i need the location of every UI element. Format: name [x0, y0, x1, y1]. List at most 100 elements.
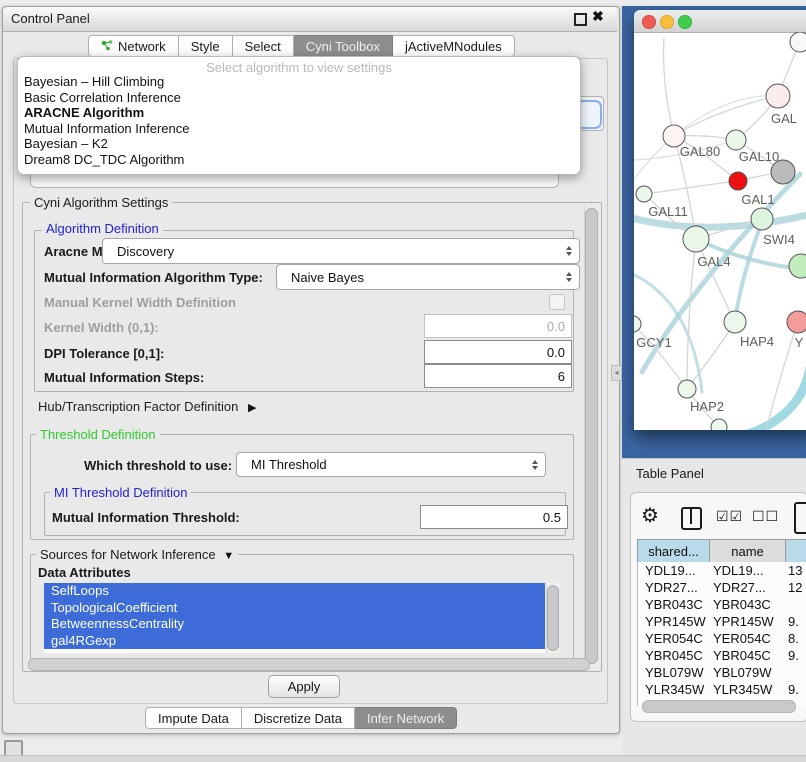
table-row[interactable]: YPR145WYPR145W9.	[638, 613, 806, 630]
float-panel-icon[interactable]	[574, 13, 587, 26]
node-label-gcy1: GCY1	[636, 335, 671, 350]
node-label-hap4: HAP4	[740, 334, 774, 349]
kernel-width-label: Kernel Width (0,1):	[44, 320, 159, 335]
network-node-y[interactable]	[787, 311, 806, 333]
hub-definition-disclosure[interactable]: Hub/Transcription Factor Definition ▶	[38, 399, 256, 414]
mi-steps-field[interactable]: 6	[424, 364, 572, 388]
aracne-mode-combobox[interactable]: Discovery	[102, 238, 580, 264]
tab-row: NetworkStyle Select Cyni Toolbox jActiveMNo…	[88, 35, 515, 57]
algorithm-option-dream8-dc-tdc-algorithm[interactable]: Dream8 DC_TDC Algorithm	[23, 152, 575, 168]
gear-icon[interactable]: ⚙	[641, 503, 659, 528]
control-panel-titlebar[interactable]	[3, 7, 617, 32]
close-panel-icon[interactable]: ✖	[592, 9, 604, 23]
manual-kernel-checkbox[interactable]	[549, 294, 565, 310]
table-body: YDL19...YDL19...13YDR27...YDR27...12YBR0…	[637, 562, 806, 706]
algorithm-option-bayesian-k2[interactable]: Bayesian – K2	[23, 136, 575, 152]
network-node-gcy1[interactable]	[634, 316, 641, 332]
table-cell: YPR145W	[638, 614, 710, 629]
network-node[interactable]	[711, 419, 727, 430]
node-label-gal4: GAL4	[697, 254, 730, 269]
table-cell: YER054C	[638, 631, 710, 646]
disclosure-down-arrow-icon: ▼	[223, 550, 234, 562]
network-node-swi4[interactable]	[751, 208, 773, 230]
sources-group-title[interactable]: Sources for Network Inference ▼	[36, 547, 238, 562]
algorithm-option-bayesian-hill-climbing[interactable]: Bayesian – Hill Climbing	[23, 74, 575, 90]
window-minimize-icon[interactable]	[660, 15, 674, 29]
column-header-col2[interactable]	[786, 540, 806, 563]
bottom-tab-impute-data[interactable]: Impute Data	[145, 707, 242, 729]
mi-threshold-field[interactable]: 0.5	[420, 505, 568, 529]
dpi-tolerance-label: DPI Tolerance [0,1]:	[44, 346, 164, 361]
sources-title-text: Sources for Network Inference	[40, 547, 216, 562]
table-cell: 8.	[786, 631, 806, 646]
columns-icon[interactable]	[681, 507, 702, 530]
table-cell: 9.	[786, 648, 806, 663]
table-row[interactable]: YLR345WYLR345W9.	[638, 681, 806, 698]
network-canvas[interactable]: GALGAL80GAL10GAL1GAL11SWI4GAL4GCY1HAP4YH…	[634, 32, 806, 430]
algorithm-option-mutual-information-inference[interactable]: Mutual Information Inference	[23, 121, 575, 137]
tab-label: Select	[245, 39, 281, 54]
panel-splitter-handle[interactable]: ◂	[611, 365, 622, 381]
table-row[interactable]: YDL19...YDL19...13	[638, 562, 806, 579]
table-row[interactable]: YBR043CYBR043C	[638, 596, 806, 613]
tab-network[interactable]: Network	[88, 35, 179, 57]
table-row[interactable]: YER054CYER054C8.	[638, 630, 806, 647]
network-node-hap2[interactable]	[678, 380, 696, 398]
network-node[interactable]	[790, 32, 806, 52]
network-node-gal10[interactable]	[726, 130, 746, 150]
attribute-option-betweennesscentrality[interactable]: BetweennessCentrality	[44, 616, 545, 633]
disclosure-right-arrow-icon: ▶	[248, 402, 256, 414]
mi-threshold-group-title: MI Threshold Definition	[50, 485, 191, 500]
deselect-checkboxes-icon[interactable]: ☐☐	[752, 508, 779, 525]
data-attributes-label: Data Attributes	[38, 565, 131, 580]
attribute-option-gal4rgexp[interactable]: gal4RGexp	[44, 633, 545, 650]
table-row[interactable]: YDR27...YDR27...12	[638, 579, 806, 596]
settings-vscrollbar-thumb[interactable]	[585, 208, 598, 664]
tab-select[interactable]: Select	[233, 35, 294, 57]
algorithm-popup-list: Bayesian – Hill ClimbingBasic Correlatio…	[23, 74, 575, 167]
dpi-tolerance-field[interactable]: 0.0	[424, 340, 572, 364]
attribute-option-selfloops[interactable]: SelfLoops	[44, 583, 545, 600]
table-cell: YBL079W	[710, 665, 786, 680]
apply-button[interactable]: Apply	[268, 675, 340, 698]
control-panel-title: Control Panel	[11, 11, 90, 26]
network-node-gal1[interactable]	[729, 172, 747, 190]
network-graph: GALGAL80GAL10GAL1GAL11SWI4GAL4GCY1HAP4YH…	[634, 32, 806, 430]
which-threshold-combobox[interactable]: MI Threshold	[236, 452, 546, 477]
node-label-y: Y	[795, 335, 804, 350]
column-header-name[interactable]: name	[710, 540, 786, 563]
select-all-checkboxes-icon[interactable]: ☑☑	[716, 508, 743, 525]
kernel-width-field[interactable]: 0.0	[424, 314, 572, 338]
attribute-option-topologicalcoefficient[interactable]: TopologicalCoefficient	[44, 600, 545, 617]
table-hscrollbar[interactable]	[642, 700, 796, 713]
tab-style[interactable]: Style	[179, 35, 233, 57]
bottom-tab-discretize-data[interactable]: Discretize Data	[242, 707, 355, 729]
network-node[interactable]	[789, 254, 806, 278]
window-close-icon[interactable]	[642, 15, 656, 29]
settings-hscrollbar[interactable]	[28, 658, 590, 671]
window-zoom-icon[interactable]	[678, 15, 692, 29]
table-cell: YBR043C	[710, 597, 786, 612]
algorithm-popup: Select algorithm to view settings Bayesi…	[17, 56, 581, 175]
table-function-icon[interactable]	[794, 502, 806, 534]
algorithm-option-basic-correlation-inference[interactable]: Basic Correlation Inference	[23, 90, 575, 106]
algorithm-option-aracne-algorithm[interactable]: ARACNE Algorithm	[23, 105, 575, 121]
network-node-gal11[interactable]	[636, 186, 652, 202]
bottom-tab-infer-network[interactable]: Infer Network	[355, 707, 457, 729]
tab-cyni-toolbox[interactable]: Cyni Toolbox	[294, 35, 393, 57]
table-cell: 9.	[786, 682, 806, 697]
table-row[interactable]: YBR045CYBR045C9.	[638, 647, 806, 664]
network-node-gal[interactable]	[766, 84, 790, 108]
node-label-gal10: GAL10	[739, 149, 779, 164]
table-row[interactable]: YBL079WYBL079W	[638, 664, 806, 681]
mi-type-combobox[interactable]: Naive Bayes	[276, 264, 580, 290]
spinner-arrows-icon	[566, 246, 572, 256]
tab-label: Cyni Toolbox	[306, 39, 380, 54]
attributes-vscrollbar-thumb[interactable]	[547, 585, 559, 651]
network-node-hap4[interactable]	[724, 311, 746, 333]
tab-jactivemnodules[interactable]: jActiveMNodules	[393, 35, 515, 57]
threshold-definition-title: Threshold Definition	[36, 427, 160, 442]
node-label-hap2: HAP2	[690, 399, 724, 414]
column-header-shared[interactable]: shared...	[638, 540, 710, 563]
network-node-gal4[interactable]	[683, 226, 709, 252]
